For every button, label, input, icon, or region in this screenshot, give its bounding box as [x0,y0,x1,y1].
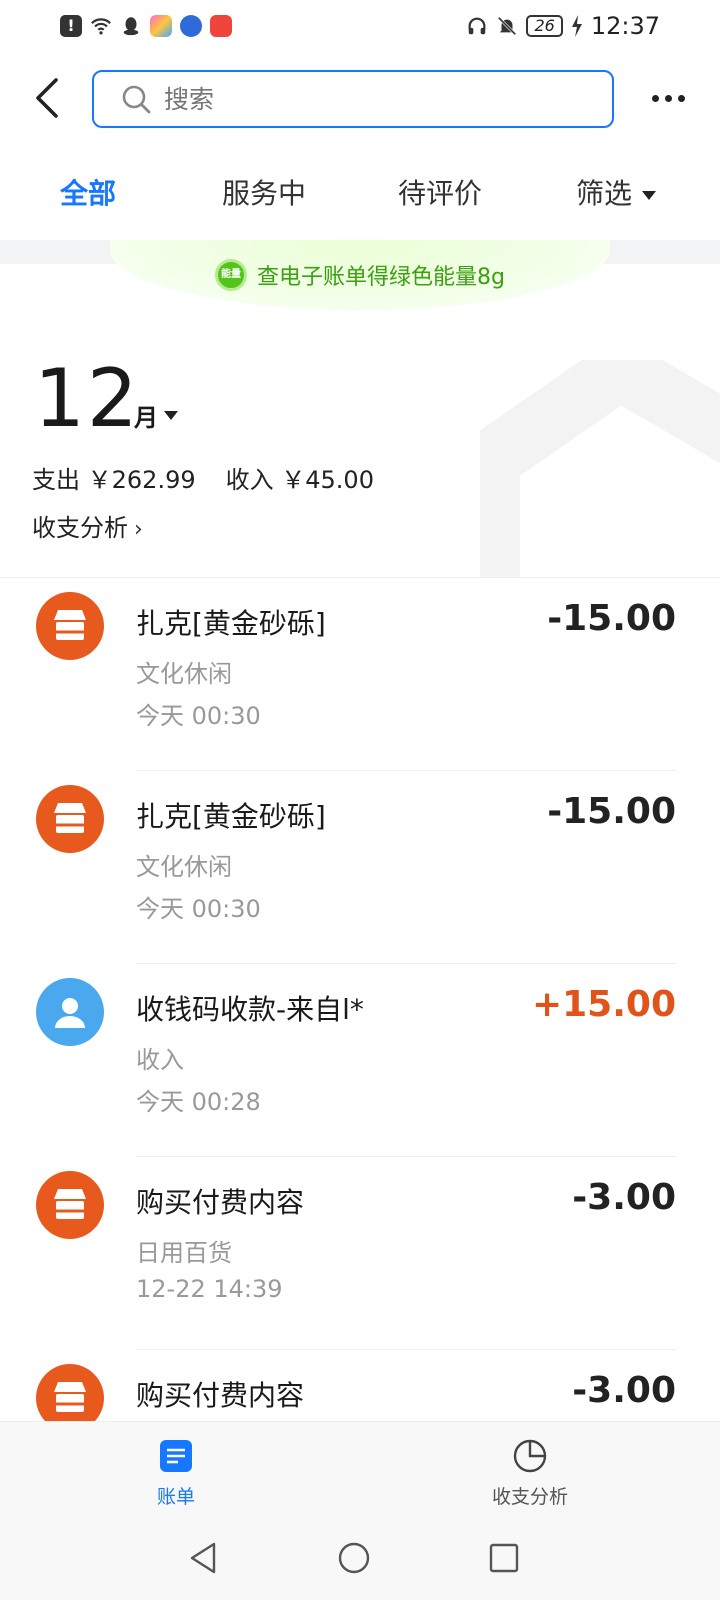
shop-icon [36,785,104,853]
bill-icon [160,1440,192,1472]
transaction-amount: -15.00 [547,791,676,832]
expense-summary: 支出 ￥262.99 [32,460,196,495]
summary-totals: 支出 ￥262.99 收入 ￥45.00 [32,460,374,495]
transaction-title: 购买付费内容 [136,1379,305,1412]
headphones-icon [469,17,486,35]
transaction-row[interactable]: 收钱码收款-来自l* 收入 今天 00:28 +15.00 [0,964,720,1157]
huawei-store-icon [210,15,232,37]
expense-value: ￥262.99 [87,466,196,494]
month-dropdown-icon[interactable] [164,411,178,420]
search-icon [122,85,151,114]
mute-bell-icon [498,16,517,36]
bottom-tab-bill[interactable]: 账单 [96,1432,256,1509]
battery-indicator: 26 [526,15,563,37]
month-unit[interactable]: 月 [134,398,158,433]
status-time: 12:37 [590,12,660,40]
transaction-row[interactable]: 购买付费内容 -3.00 [0,1350,720,1421]
tab-pending-review[interactable]: 待评价 [398,172,482,212]
status-bar: ! 26 12:37 [0,0,720,52]
tab-filter[interactable]: 筛选 [576,172,657,212]
transaction-amount: -3.00 [572,1370,676,1411]
shop-icon [36,1171,104,1239]
transaction-category: 文化休闲 [136,660,232,688]
tab-in-service[interactable]: 服务中 [222,172,306,212]
transaction-row[interactable]: 购买付费内容 日用百货 12-22 14:39 -3.00 [0,1157,720,1350]
app-notification-icon [150,15,172,37]
expense-label: 支出 [32,466,80,494]
bottom-tab-bill-label: 账单 [156,1486,195,1508]
transaction-title: 购买付费内容 [136,1186,305,1219]
transaction-row[interactable]: 扎克[黄金砂砾] 文化休闲 今天 00:30 -15.00 [0,578,720,771]
transaction-amount: +15.00 [531,984,676,1025]
transaction-title: 扎克[黄金砂砾] [136,800,326,833]
analysis-link[interactable]: 收支分析 › [32,508,143,543]
bottom-tab-analysis[interactable]: 收支分析 [450,1432,610,1509]
pie-chart-icon [513,1439,547,1473]
bottom-tab-analysis-label: 收支分析 [491,1486,568,1508]
charging-icon [571,15,582,37]
income-summary: 收入 ￥45.00 [226,460,374,495]
person-icon [36,978,104,1046]
transaction-category: 文化休闲 [136,853,232,881]
caret-down-icon [642,190,657,200]
income-value: ￥45.00 [281,466,374,494]
shop-icon [36,592,104,660]
qq-icon [123,17,139,36]
transaction-category: 收入 [136,1046,184,1074]
status-right: 26 12:37 [466,12,660,40]
month-number[interactable]: 12 [34,352,140,445]
filter-label: 筛选 [576,177,633,210]
energy-badge-icon: 能量 [215,259,248,291]
transaction-amount: -3.00 [572,1177,676,1218]
more-options-icon[interactable] [652,88,692,108]
status-left-icons: ! [60,15,232,37]
search-box[interactable] [92,70,614,128]
decorative-shape [480,360,720,578]
transaction-time: 今天 00:28 [136,1088,261,1116]
alert-icon: ! [60,15,82,37]
nav-back-icon[interactable] [184,1538,224,1578]
chevron-right-icon: › [134,517,143,542]
search-input[interactable] [164,84,564,114]
energy-banner-text: 查电子账单得绿色能量8g [257,265,505,290]
analysis-label: 收支分析 [32,514,128,542]
back-arrow-icon[interactable] [30,76,66,120]
month-summary: 12 月 支出 ￥262.99 收入 ￥45.00 收支分析 › [0,310,720,578]
transaction-category: 日用百货 [136,1239,232,1267]
transaction-list: 扎克[黄金砂砾] 文化休闲 今天 00:30 -15.00 扎克[黄金砂砾] 文… [0,578,720,1421]
transaction-amount: -15.00 [547,598,676,639]
transaction-time: 今天 00:30 [136,702,261,730]
shop-icon [36,1364,104,1421]
browser-icon [180,15,202,37]
tab-all[interactable]: 全部 [60,172,116,212]
wifi-icon [91,18,111,35]
nav-home-icon[interactable] [334,1538,374,1578]
transaction-title: 扎克[黄金砂砾] [136,607,326,640]
transaction-title: 收钱码收款-来自l* [136,993,364,1026]
income-label: 收入 [225,466,274,494]
filter-tabs: 全部 服务中 待评价 筛选 [0,160,720,230]
nav-recents-icon[interactable] [484,1538,524,1578]
system-navigation-bar [0,1516,720,1600]
bottom-tab-bar: 账单 收支分析 [0,1421,720,1516]
transaction-time: 12-22 14:39 [136,1275,283,1303]
transaction-time: 今天 00:30 [136,895,261,923]
energy-banner[interactable]: 能量 查电子账单得绿色能量8g [110,240,610,310]
top-navigation [0,66,720,130]
transaction-row[interactable]: 扎克[黄金砂砾] 文化休闲 今天 00:30 -15.00 [0,771,720,964]
